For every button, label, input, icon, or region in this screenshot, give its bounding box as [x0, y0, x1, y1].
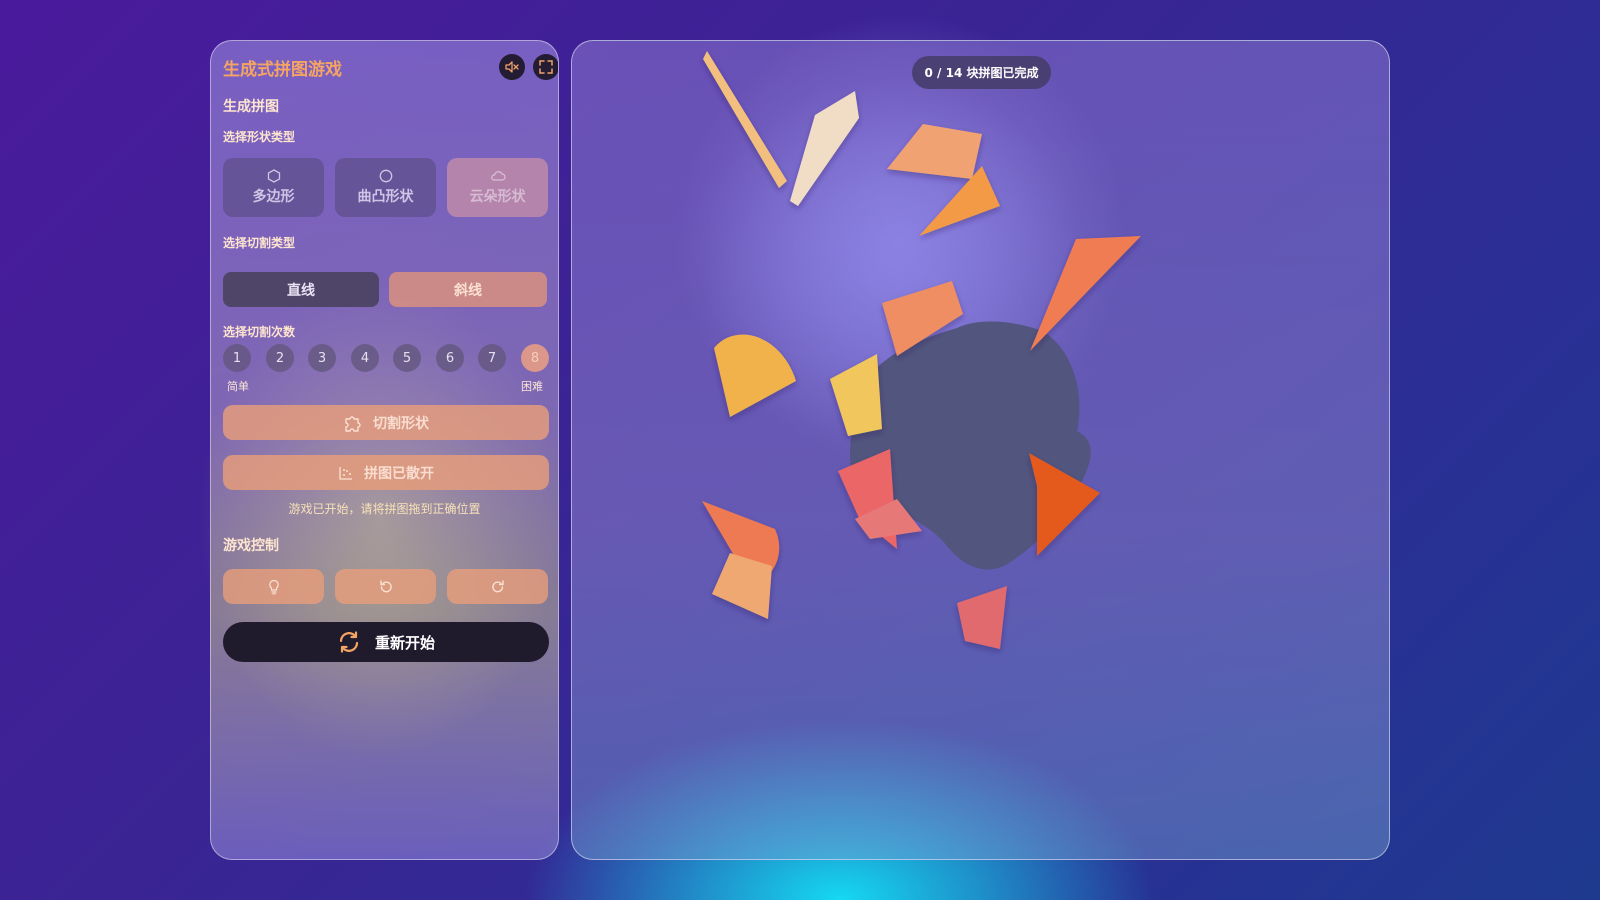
puzzle-piece-8[interactable] [830, 354, 882, 436]
cut-shape-label: 切割形状 [373, 415, 429, 432]
puzzle-board: 0 / 14 块拼图已完成 [571, 40, 1390, 860]
cut-straight-button[interactable]: 直线 [223, 272, 379, 307]
puzzle-piece-7[interactable] [714, 334, 796, 417]
redo-button[interactable] [447, 569, 548, 604]
controls-section-title: 游戏控制 [223, 538, 279, 554]
puzzle-piece-icon [345, 415, 361, 432]
cut-diagonal-button[interactable]: 斜线 [389, 272, 547, 307]
scatter-button[interactable]: 拼图已散开 [223, 455, 549, 490]
restart-label: 重新开始 [374, 633, 435, 652]
cut-count-1[interactable]: 1 [223, 344, 251, 372]
undo-button[interactable] [335, 569, 436, 604]
scatter-chart-icon [339, 466, 352, 480]
puzzle-piece-5[interactable] [1030, 236, 1141, 351]
shape-curve-button[interactable]: 曲凸形状 [335, 158, 436, 217]
mute-button[interactable] [499, 54, 525, 80]
cut-count-label: 选择切割次数 [223, 325, 296, 339]
panel-header: 生成式拼图游戏 [223, 53, 558, 83]
fullscreen-button[interactable] [533, 54, 558, 80]
shape-cloud-button[interactable]: 云朵形状 [447, 158, 548, 217]
hint-button[interactable] [223, 569, 324, 604]
cut-type-label: 选择切割类型 [223, 236, 296, 250]
puzzle-piece-3[interactable] [887, 124, 982, 179]
cut-shape-button[interactable]: 切割形状 [223, 405, 549, 440]
app-title: 生成式拼图游戏 [223, 60, 342, 80]
cloud-icon [490, 171, 506, 181]
control-panel: 生成式拼图游戏 生成拼图 选择形状类型 多边形 曲凸形状 云朵形状 选择切割类型… [210, 40, 559, 860]
restart-button[interactable]: 重新开始 [223, 622, 549, 662]
hard-label: 困难 [521, 380, 543, 393]
cut-count-7[interactable]: 7 [478, 344, 506, 372]
scatter-label: 拼图已散开 [364, 465, 434, 482]
undo-icon [379, 579, 392, 592]
cut-count-8[interactable]: 8 [521, 344, 549, 372]
fullscreen-icon [539, 60, 553, 74]
puzzle-piece-14[interactable] [957, 586, 1007, 649]
generate-section-title: 生成拼图 [223, 99, 279, 115]
cut-count-6[interactable]: 6 [436, 344, 464, 372]
progress-indicator: 0 / 14 块拼图已完成 [912, 56, 1051, 89]
shape-curve-label: 曲凸形状 [357, 189, 414, 205]
game-status-text: 游戏已开始，请将拼图拖到正确位置 [288, 502, 481, 516]
cut-count-5[interactable]: 5 [393, 344, 421, 372]
shape-polygon-label: 多边形 [252, 189, 295, 205]
shape-polygon-button[interactable]: 多边形 [223, 158, 324, 217]
cut-count-3[interactable]: 3 [308, 344, 336, 372]
hexagon-icon [267, 169, 280, 183]
shape-type-label: 选择形状类型 [223, 130, 296, 144]
easy-label: 简单 [227, 380, 249, 393]
puzzle-piece-1[interactable] [703, 51, 787, 188]
shape-cloud-label: 云朵形状 [469, 189, 526, 205]
cut-count-2[interactable]: 2 [266, 344, 294, 372]
cut-count-4[interactable]: 4 [351, 344, 379, 372]
circle-icon [379, 169, 392, 183]
puzzle-canvas [702, 51, 1141, 649]
lightbulb-hint-icon [268, 579, 279, 594]
puzzle-piece-2[interactable] [790, 91, 859, 206]
redo-icon [491, 579, 504, 592]
speaker-muted-icon [505, 61, 519, 73]
refresh-icon [339, 631, 359, 653]
